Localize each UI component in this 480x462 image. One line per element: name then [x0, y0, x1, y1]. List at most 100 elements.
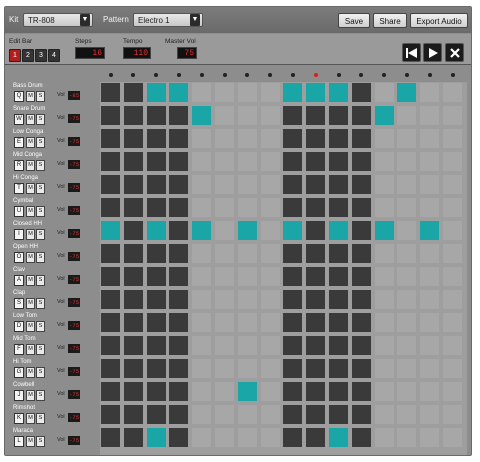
step-cell[interactable] [283, 175, 303, 194]
step-cell[interactable] [215, 83, 234, 102]
step-cell[interactable] [260, 336, 280, 355]
step-cell[interactable] [215, 129, 234, 148]
step-cell[interactable] [306, 244, 326, 263]
step-cell[interactable] [397, 83, 417, 102]
step-cell[interactable] [351, 405, 371, 424]
step-cell[interactable] [123, 152, 143, 171]
step-cell[interactable] [146, 359, 166, 378]
step-cell[interactable] [237, 198, 257, 217]
step-cell[interactable] [329, 313, 348, 332]
step-cell[interactable] [192, 152, 212, 171]
step-cell[interactable] [397, 244, 417, 263]
step-cell[interactable] [306, 152, 326, 171]
step-cell[interactable] [420, 290, 440, 309]
step-cell[interactable] [443, 313, 462, 332]
step-cell[interactable] [306, 106, 326, 125]
step-cell[interactable] [260, 83, 280, 102]
track-volume-display[interactable]: -75 [68, 275, 80, 284]
step-cell[interactable] [329, 198, 348, 217]
edit-bar-button-1[interactable]: 1 [9, 49, 21, 62]
step-cell[interactable] [443, 267, 462, 286]
step-cell[interactable] [123, 129, 143, 148]
step-cell[interactable] [146, 313, 166, 332]
solo-button[interactable]: S [36, 298, 45, 309]
step-cell[interactable] [101, 313, 120, 332]
rewind-button[interactable] [402, 43, 421, 62]
track-key-button[interactable]: J [14, 390, 24, 401]
step-cell[interactable] [237, 152, 257, 171]
track-key-button[interactable]: W [14, 114, 24, 125]
step-cell[interactable] [443, 405, 462, 424]
track-volume-display[interactable]: -85 [68, 91, 80, 100]
step-cell[interactable] [351, 313, 371, 332]
step-cell[interactable] [374, 244, 394, 263]
mute-button[interactable]: M [26, 183, 35, 194]
step-cell[interactable] [215, 313, 234, 332]
step-cell[interactable] [123, 267, 143, 286]
step-cell[interactable] [215, 428, 234, 447]
step-cell[interactable] [123, 336, 143, 355]
step-cell[interactable] [215, 198, 234, 217]
track-volume-display[interactable]: -75 [68, 321, 80, 330]
step-cell[interactable] [374, 359, 394, 378]
step-cell[interactable] [123, 244, 143, 263]
step-cell[interactable] [169, 405, 189, 424]
step-cell[interactable] [420, 313, 440, 332]
solo-button[interactable]: S [36, 275, 45, 286]
track-key-button[interactable]: Q [14, 91, 24, 102]
step-cell[interactable] [306, 382, 326, 401]
kit-select[interactable]: TR-808 ▼ [23, 13, 93, 27]
step-cell[interactable] [329, 175, 348, 194]
step-cell[interactable] [397, 175, 417, 194]
step-cell[interactable] [260, 198, 280, 217]
step-cell[interactable] [351, 267, 371, 286]
step-cell[interactable] [374, 313, 394, 332]
step-cell[interactable] [169, 221, 189, 240]
step-cell[interactable] [283, 106, 303, 125]
step-cell[interactable] [397, 129, 417, 148]
track-volume-display[interactable]: -75 [68, 344, 80, 353]
step-cell[interactable] [260, 175, 280, 194]
solo-button[interactable]: S [36, 344, 45, 355]
step-cell[interactable] [306, 129, 326, 148]
step-cell[interactable] [169, 175, 189, 194]
track-key-button[interactable]: G [14, 367, 24, 378]
step-cell[interactable] [260, 129, 280, 148]
step-cell[interactable] [101, 152, 120, 171]
track-volume-display[interactable]: -75 [68, 206, 80, 215]
step-cell[interactable] [443, 290, 462, 309]
solo-button[interactable]: S [36, 160, 45, 171]
step-cell[interactable] [192, 83, 212, 102]
track-volume-display[interactable]: -75 [68, 390, 80, 399]
step-cell[interactable] [123, 313, 143, 332]
step-cell[interactable] [351, 221, 371, 240]
step-cell[interactable] [351, 129, 371, 148]
step-cell[interactable] [101, 83, 120, 102]
step-cell[interactable] [169, 198, 189, 217]
track-key-button[interactable]: U [14, 206, 24, 217]
step-cell[interactable] [101, 382, 120, 401]
step-cell[interactable] [169, 428, 189, 447]
mute-button[interactable]: M [26, 298, 35, 309]
step-cell[interactable] [237, 129, 257, 148]
step-cell[interactable] [329, 382, 348, 401]
step-cell[interactable] [397, 290, 417, 309]
mute-button[interactable]: M [26, 367, 35, 378]
solo-button[interactable]: S [36, 114, 45, 125]
step-cell[interactable] [146, 152, 166, 171]
track-key-button[interactable]: D [14, 321, 24, 332]
step-cell[interactable] [283, 290, 303, 309]
step-cell[interactable] [260, 221, 280, 240]
step-cell[interactable] [123, 290, 143, 309]
step-cell[interactable] [420, 244, 440, 263]
master-vol-display[interactable]: 75 [177, 47, 197, 59]
pattern-select[interactable]: Electro 1 ▼ [133, 13, 203, 27]
step-cell[interactable] [237, 359, 257, 378]
track-key-button[interactable]: F [14, 344, 24, 355]
step-cell[interactable] [146, 405, 166, 424]
step-cell[interactable] [329, 267, 348, 286]
step-cell[interactable] [192, 290, 212, 309]
step-cell[interactable] [283, 152, 303, 171]
step-cell[interactable] [306, 175, 326, 194]
step-cell[interactable] [123, 175, 143, 194]
